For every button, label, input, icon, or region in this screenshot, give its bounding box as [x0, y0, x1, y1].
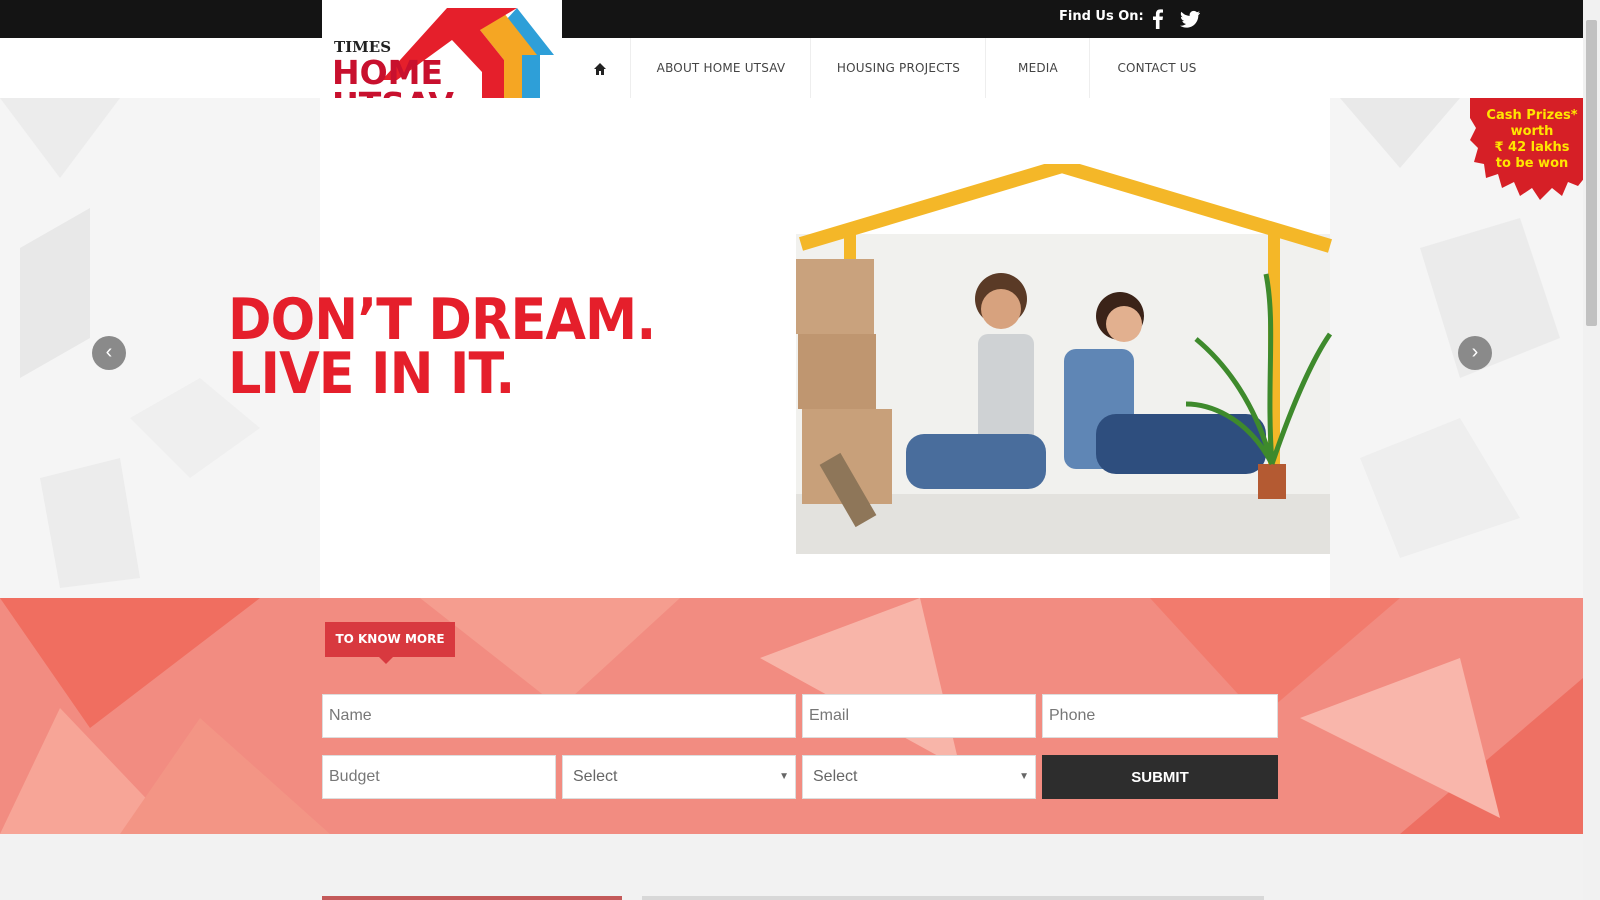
- select-1-value: Select: [573, 768, 618, 785]
- badge-line1: Cash Prizes*: [1486, 108, 1578, 123]
- content-card-image-edge: [322, 896, 622, 900]
- twitter-icon[interactable]: [1176, 7, 1204, 31]
- chevron-left-icon: ‹: [105, 341, 113, 363]
- facebook-icon[interactable]: [1146, 7, 1170, 31]
- budget-input[interactable]: [322, 755, 556, 799]
- top-bar: [0, 0, 1583, 38]
- content-area: [0, 834, 1583, 900]
- cash-prize-badge[interactable]: Cash Prizes* worth ₹ 42 lakhs to be won: [1470, 98, 1586, 202]
- select-dropdown-2[interactable]: Select ▼: [802, 755, 1036, 799]
- slider-prev-button[interactable]: ‹: [92, 336, 126, 370]
- caret-down-icon: ▼: [779, 771, 789, 782]
- nav-contact-us[interactable]: CONTACT US: [1089, 38, 1224, 98]
- home-icon: [594, 62, 606, 75]
- hero-headline: DON’T DREAM. LIVE IN IT.: [228, 287, 656, 407]
- name-input[interactable]: [322, 694, 796, 738]
- badge-line4: to be won: [1495, 156, 1569, 171]
- submit-button[interactable]: SUBMIT: [1042, 755, 1278, 799]
- nav-housing-projects[interactable]: HOUSING PROJECTS: [810, 38, 986, 98]
- find-us-label: Find Us On:: [1059, 9, 1144, 24]
- chevron-right-icon: ›: [1471, 341, 1479, 363]
- phone-input[interactable]: [1042, 694, 1278, 738]
- tag-pointer: [379, 657, 393, 664]
- select-dropdown-1[interactable]: Select ▼: [562, 755, 796, 799]
- hero-headline-line2: LIVE IN IT.: [228, 341, 515, 407]
- couple-photo-image: [796, 164, 1333, 554]
- hero-headline-line1: DON’T DREAM.: [228, 287, 656, 353]
- badge-line2: worth: [1510, 124, 1554, 139]
- caret-down-icon: ▼: [1019, 771, 1029, 782]
- nav-about-home-utsav[interactable]: ABOUT HOME UTSAV: [630, 38, 811, 98]
- to-know-more-tag: TO KNOW MORE: [325, 622, 455, 657]
- select-2-value: Select: [813, 768, 858, 785]
- nav-media[interactable]: MEDIA: [985, 38, 1090, 98]
- content-card-edge: [642, 896, 1264, 900]
- badge-line3: ₹ 42 lakhs: [1494, 140, 1570, 155]
- email-input[interactable]: [802, 694, 1036, 738]
- badge-text: Cash Prizes* worth ₹ 42 lakhs to be won: [1484, 108, 1580, 172]
- slider-next-button[interactable]: ›: [1458, 336, 1492, 370]
- nav-home-button[interactable]: [570, 38, 630, 98]
- scrollbar-thumb[interactable]: [1586, 20, 1597, 326]
